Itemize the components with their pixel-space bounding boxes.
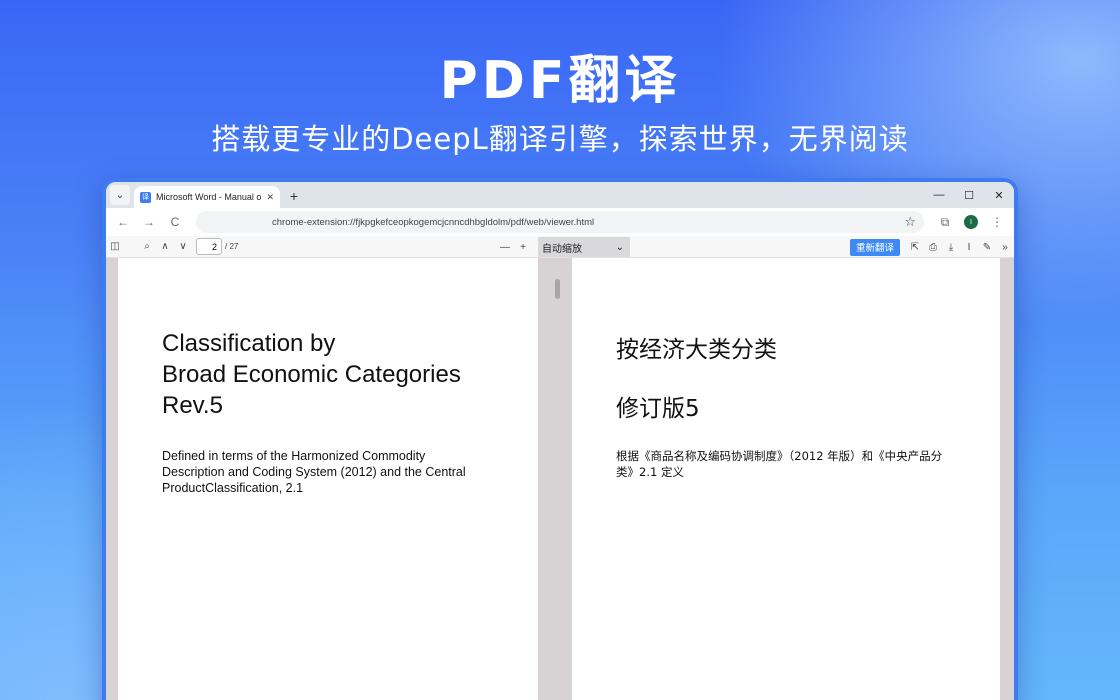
translated-body-line-2: 类》2.1 定义 <box>616 465 684 479</box>
translated-pane-edge <box>1000 258 1014 700</box>
forward-arrow-icon[interactable]: → <box>138 211 160 233</box>
print-icon[interactable]: ⎙ <box>924 236 942 258</box>
browser-window: ⌄ 译 Microsoft Word - Manual of BEC ✕ + —… <box>102 178 1018 700</box>
browser-toolbar: ← → C chrome-extension://fjkpgkefceopkog… <box>106 208 1014 236</box>
original-title-line-3: Rev.5 <box>162 392 223 419</box>
translated-title: 按经济大类分类 <box>616 337 777 363</box>
scrollbar-thumb[interactable] <box>555 279 560 299</box>
original-body-line-2: Description and Coding System (2012) and… <box>162 465 466 479</box>
zoom-in-button[interactable]: + <box>514 236 532 258</box>
next-page-icon[interactable]: ∨ <box>174 236 192 258</box>
tab-title: Microsoft Word - Manual of BEC <box>156 192 262 202</box>
original-title-line-2: Broad Economic Categories <box>162 361 461 388</box>
original-body-line-1: Defined in terms of the Harmonized Commo… <box>162 449 426 463</box>
active-tab[interactable]: 译 Microsoft Word - Manual of BEC ✕ <box>134 186 280 208</box>
translate-favicon-icon: 译 <box>140 191 151 203</box>
new-tab-button[interactable]: + <box>284 186 304 206</box>
reload-icon[interactable]: C <box>164 211 186 233</box>
profile-button[interactable]: I <box>960 211 982 233</box>
browser-frame: ⌄ 译 Microsoft Word - Manual of BEC ✕ + —… <box>106 182 1014 700</box>
tab-search-chevron-icon[interactable]: ⌄ <box>110 185 130 205</box>
translated-subtitle: 修订版5 <box>616 396 700 422</box>
pdf-viewer: Classification by Broad Economic Categor… <box>106 258 1014 700</box>
more-tools-icon[interactable]: » <box>996 236 1014 258</box>
open-file-icon[interactable]: ⇱ <box>906 236 924 258</box>
pdf-toolbar: ◫ ⌕ ∧ ∨ / 27 — + 自动缩放 ⌄ 重新翻译 ⇱ ⎙ ⤓ I ✎ <box>106 236 1014 258</box>
download-icon[interactable]: ⤓ <box>942 236 960 258</box>
avatar: I <box>964 215 978 229</box>
retranslate-button[interactable]: 重新翻译 <box>849 238 900 256</box>
previous-page-icon[interactable]: ∧ <box>156 236 174 258</box>
draw-pen-icon[interactable]: ✎ <box>978 236 996 258</box>
text-cursor-icon[interactable]: I <box>960 236 978 258</box>
hero-subtitle: 搭载更专业的DeepL翻译引擎，探索世界，无界阅读 <box>211 122 909 156</box>
translated-body: 根据《商品名称及编码协调制度》（2012 年版）和《中央产品分 类》2.1 定义 <box>616 448 942 480</box>
find-search-icon[interactable]: ⌕ <box>138 236 156 258</box>
original-title: Classification by Broad Economic Categor… <box>162 328 461 421</box>
translated-page: 按经济大类分类 修订版5 根据《商品名称及编码协调制度》（2012 年版）和《中… <box>572 258 1000 700</box>
page-count: / 27 <box>225 242 239 251</box>
address-url: chrome-extension://fjkpgkefceopkogemcjcn… <box>272 216 595 228</box>
tab-close-icon[interactable]: ✕ <box>266 192 274 203</box>
original-body-line-3: ProductClassification, 2.1 <box>162 481 304 495</box>
zoom-value: 自动缩放 <box>542 243 582 255</box>
sidebar-toggle-icon[interactable]: ◫ <box>106 236 124 258</box>
minimize-button[interactable]: — <box>924 182 954 208</box>
page-gutter <box>538 258 572 700</box>
bookmark-star-icon[interactable]: ☆ <box>904 214 916 230</box>
back-arrow-icon[interactable]: ← <box>112 211 134 233</box>
hero-title: PDF翻译 <box>439 51 681 111</box>
translated-body-line-1: 根据《商品名称及编码协调制度》（2012 年版）和《中央产品分 <box>616 449 943 463</box>
original-title-line-1: Classification by <box>162 330 336 357</box>
chevron-down-icon: ⌄ <box>615 241 624 253</box>
zoom-out-button[interactable]: — <box>496 236 514 258</box>
zoom-select[interactable]: 自动缩放 ⌄ <box>538 237 630 257</box>
extensions-puzzle-icon[interactable]: ⧉ <box>934 211 956 233</box>
original-page: Classification by Broad Economic Categor… <box>118 258 538 700</box>
page-number-input[interactable] <box>196 238 222 255</box>
tab-strip: ⌄ 译 Microsoft Word - Manual of BEC ✕ + —… <box>106 182 1014 208</box>
zoom-controls: — + 自动缩放 ⌄ <box>496 236 630 258</box>
pdf-right-tools: 重新翻译 ⇱ ⎙ ⤓ I ✎ » <box>849 236 1014 258</box>
browser-menu-icon[interactable]: ⋮ <box>986 211 1008 233</box>
close-window-button[interactable]: ✕ <box>984 182 1014 208</box>
address-bar[interactable]: chrome-extension://fjkpgkefceopkogemcjcn… <box>196 211 924 233</box>
maximize-button[interactable]: ☐ <box>954 182 984 208</box>
original-body: Defined in terms of the Harmonized Commo… <box>162 448 466 496</box>
window-controls: — ☐ ✕ <box>924 182 1014 208</box>
